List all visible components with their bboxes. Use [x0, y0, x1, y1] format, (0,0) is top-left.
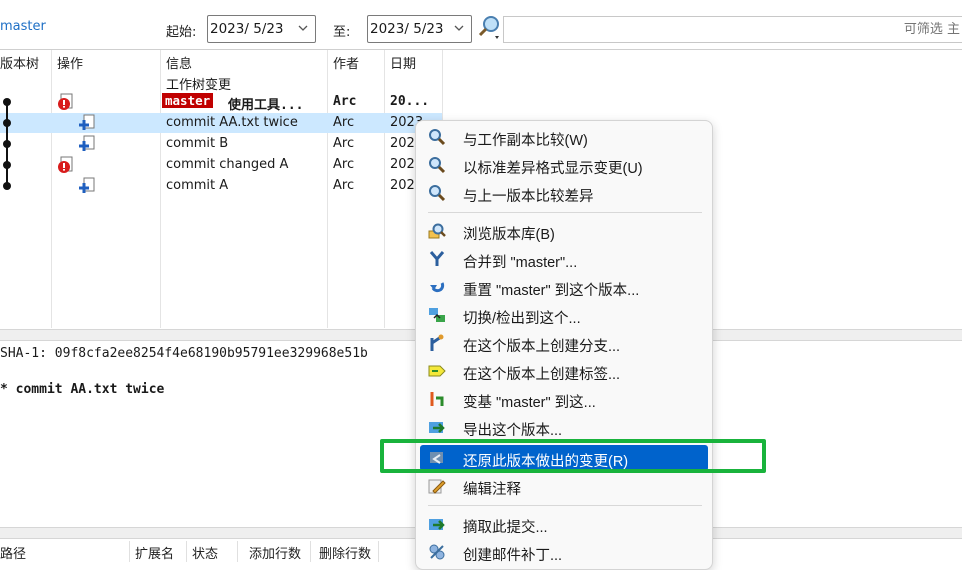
magnifier-icon — [429, 129, 446, 146]
menu-item-merge[interactable]: 合并到 "master"... — [420, 246, 708, 272]
search-input[interactable] — [503, 16, 962, 43]
reset-icon — [430, 282, 445, 293]
column-header-graph[interactable]: 版本树 — [0, 53, 39, 72]
branch-link[interactable]: master — [0, 19, 46, 34]
column-header-message[interactable]: 信息 — [166, 53, 192, 72]
search-icon[interactable] — [477, 15, 501, 41]
log-row[interactable]: master 使用工具... Arc 20... — [0, 92, 442, 113]
row-author: Arc — [333, 157, 355, 172]
row-message: commit AA.txt twice — [166, 115, 298, 130]
column-divider — [129, 541, 130, 562]
switch-icon — [429, 308, 445, 322]
menu-item-create-branch[interactable]: 在这个版本上创建分支... — [420, 330, 708, 356]
column-header-status[interactable]: 状态 — [192, 543, 218, 562]
chevron-down-icon — [454, 25, 464, 31]
row-author: Arc — [333, 94, 357, 109]
context-menu: 与工作副本比较(W) 以标准差异格式显示变更(U) 与上一版本比较差异 浏览版本… — [415, 120, 713, 570]
column-header-extension[interactable]: 扩展名 — [135, 543, 174, 562]
menu-item-edit-notes[interactable]: 编辑注释 — [420, 473, 708, 499]
row-message: 工作树变更 — [166, 78, 232, 93]
menu-item-compare-working-copy[interactable]: 与工作副本比较(W) — [420, 124, 708, 150]
commit-message: * commit AA.txt twice — [0, 382, 165, 397]
filter-bar: master 起始: 2023/ 5/23 至: 2023/ 5/23 — [0, 0, 962, 50]
row-author: Arc — [333, 115, 355, 130]
revision-graph — [3, 98, 11, 190]
branch-tag[interactable]: master — [162, 93, 214, 108]
column-divider — [378, 541, 379, 562]
commit-sha: SHA-1: 09f8cfa2ee8254f4e68190b95791ee329… — [0, 346, 368, 361]
magnifier-icon — [429, 157, 446, 174]
patch-icon — [429, 544, 445, 560]
column-header-path[interactable]: 路径 — [0, 543, 26, 562]
column-header-lines-added[interactable]: 添加行数 — [249, 543, 301, 562]
log-row[interactable]: commit A Arc 2023 — [0, 176, 442, 196]
cherry-pick-icon — [429, 519, 445, 530]
menu-item-switch-checkout[interactable]: 切换/检出到这个... — [420, 302, 708, 328]
menu-item-reset[interactable]: 重置 "master" 到这个版本... — [420, 274, 708, 300]
from-label: 起始: — [166, 25, 197, 40]
column-header-date[interactable]: 日期 — [390, 53, 416, 72]
column-header-author[interactable]: 作者 — [333, 53, 359, 72]
row-author: Arc — [333, 178, 355, 193]
log-row-working-tree[interactable]: 工作树变更 — [0, 72, 442, 93]
menu-item-email-patch[interactable]: 创建邮件补丁... — [420, 539, 708, 565]
menu-item-compare-previous[interactable]: 与上一版本比较差异 — [420, 180, 708, 206]
chevron-down-icon — [298, 25, 308, 31]
row-message: commit B — [166, 136, 229, 151]
tag-icon — [428, 365, 446, 377]
row-message: 使用工具... — [228, 98, 304, 113]
menu-separator — [428, 505, 702, 506]
menu-item-export[interactable]: 导出这个版本... — [420, 414, 708, 440]
column-header-actions[interactable]: 操作 — [57, 53, 83, 72]
menu-separator — [428, 212, 702, 213]
log-row[interactable]: commit B Arc 2023 — [0, 134, 442, 154]
log-row[interactable]: commit changed A Arc 2023 — [0, 155, 442, 175]
modified-warning-icon — [58, 156, 73, 173]
row-author: Arc — [333, 136, 355, 151]
add-file-icon — [79, 177, 95, 193]
export-icon — [429, 422, 445, 433]
from-date-value: 2023/ 5/23 — [210, 21, 284, 37]
from-date-picker[interactable]: 2023/ 5/23 — [207, 15, 316, 43]
row-message: commit A — [166, 178, 229, 193]
add-file-icon — [79, 114, 95, 130]
menu-item-cherry-pick[interactable]: 摘取此提交... — [420, 511, 708, 537]
add-file-icon — [79, 135, 95, 151]
to-date-picker[interactable]: 2023/ 5/23 — [367, 15, 472, 43]
menu-item-repo-browser[interactable]: 浏览版本库(B) — [420, 218, 708, 244]
menu-item-create-tag[interactable]: 在这个版本上创建标签... — [420, 358, 708, 384]
row-message: commit changed A — [166, 157, 289, 172]
pencil-icon — [428, 479, 446, 494]
menu-item-unified-diff[interactable]: 以标准差异格式显示变更(U) — [420, 152, 708, 178]
row-date: 20... — [390, 94, 430, 109]
repo-browser-icon — [428, 223, 446, 239]
modified-warning-icon — [58, 93, 73, 110]
log-row-selected[interactable]: commit AA.txt twice Arc 2023 — [0, 113, 442, 133]
to-date-value: 2023/ 5/23 — [370, 21, 444, 37]
column-divider — [237, 541, 238, 562]
annotation-highlight-box — [380, 439, 766, 473]
branch-icon — [430, 334, 444, 351]
to-label: 至: — [333, 25, 351, 40]
magnifier-icon — [429, 185, 446, 202]
rebase-icon — [430, 392, 444, 406]
merge-icon — [429, 251, 445, 266]
column-divider — [186, 541, 187, 562]
menu-item-rebase[interactable]: 变基 "master" 到这... — [420, 386, 708, 412]
column-divider — [310, 541, 311, 562]
column-header-lines-removed[interactable]: 删除行数 — [319, 543, 371, 562]
